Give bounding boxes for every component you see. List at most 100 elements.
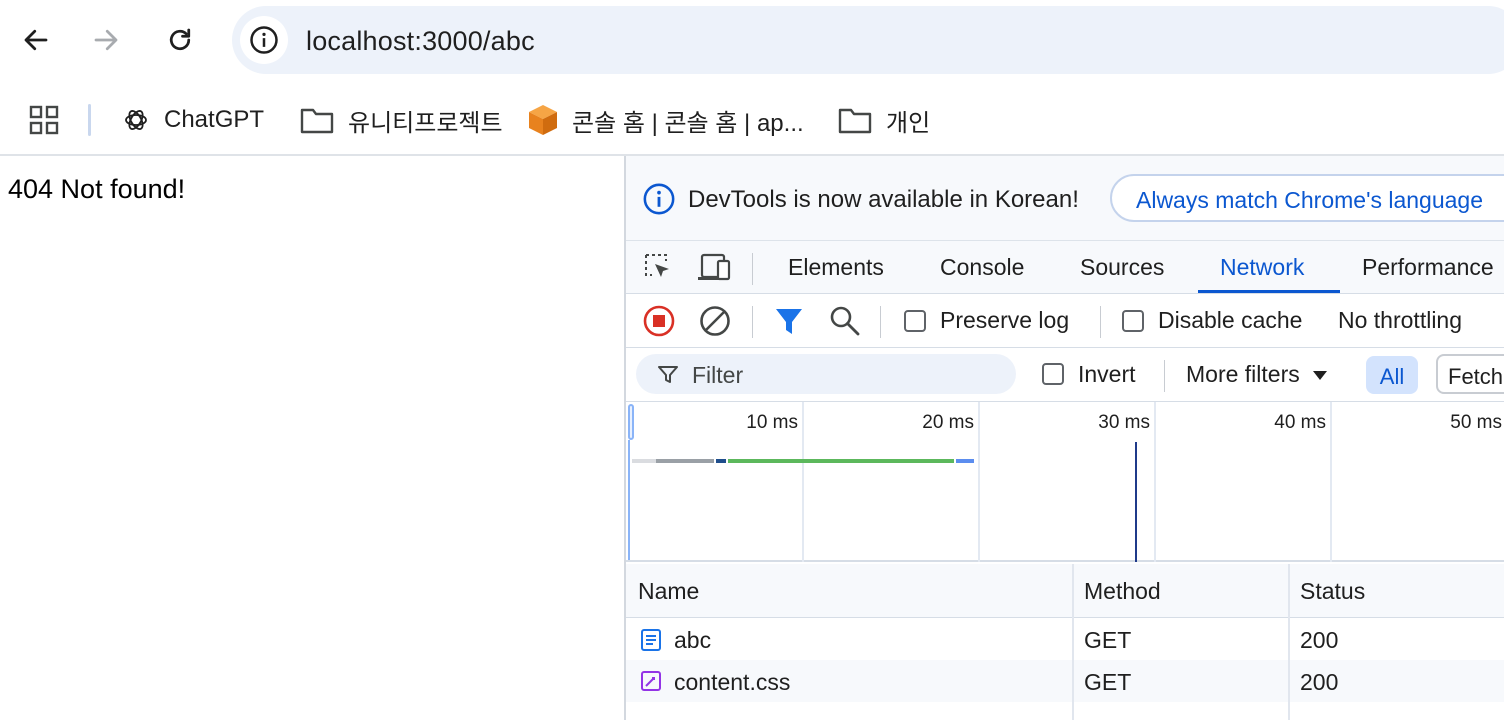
timeline-left-handle[interactable]: [628, 404, 634, 440]
tab-network[interactable]: Network: [1220, 241, 1304, 293]
column-header-method[interactable]: Method: [1084, 578, 1161, 605]
timeline-load-marker: [1135, 442, 1137, 562]
preserve-log-label: Preserve log: [940, 307, 1070, 333]
disable-cache-checkbox[interactable]: [1122, 310, 1144, 332]
request-name: abc: [674, 627, 712, 653]
search-button[interactable]: [828, 304, 862, 338]
forward-button[interactable]: [86, 20, 126, 60]
timeline-grid-line: [978, 402, 980, 562]
bookmark-aws-console[interactable]: 콘솔 홈 | 콘솔 홈 | ap...: [528, 102, 804, 138]
timeline-tick-label: 40 ms: [1274, 412, 1326, 433]
more-filters-dropdown[interactable]: More filters: [1186, 361, 1328, 388]
request-status: 200: [1300, 669, 1339, 695]
bookmark-chatgpt[interactable]: ChatGPT: [122, 102, 264, 138]
toolbar-divider: [880, 306, 881, 338]
apps-grid-icon: [29, 105, 59, 135]
network-filter-bar: Filter Invert More filters All Fetch: [626, 348, 1504, 402]
waterfall-stalled-bar: [656, 459, 714, 463]
tab-divider: [752, 253, 753, 285]
address-bar[interactable]: localhost:3000/abc: [232, 6, 1504, 74]
clear-icon: [700, 306, 730, 336]
timeline-tick-label: 50 ms: [1450, 412, 1502, 433]
browser-toolbar: localhost:3000/abc: [0, 0, 1504, 80]
record-stop-icon: [643, 305, 675, 337]
folder-icon: [838, 108, 872, 134]
page-viewport: 404 Not found!: [0, 156, 624, 720]
filter-fetch-button[interactable]: Fetch: [1436, 354, 1504, 394]
bookmark-unity-project[interactable]: 유니티프로젝트: [300, 102, 503, 138]
caret-down-icon: [1312, 370, 1327, 380]
devtools-tabbar: Elements Console Sources Network Perform…: [626, 240, 1504, 294]
disable-cache-label: Disable cache: [1158, 307, 1303, 333]
network-toolbar: Preserve log Disable cache No throttling: [626, 294, 1504, 348]
network-requests-table: Name Method Status abc GET 200 content.c…: [626, 564, 1504, 720]
device-toolbar-button[interactable]: [696, 251, 732, 283]
page-text: 404 Not found!: [8, 174, 186, 204]
column-divider[interactable]: [1288, 564, 1290, 720]
throttling-select[interactable]: No throttling: [1338, 307, 1462, 334]
device-toggle-icon: [698, 253, 731, 281]
search-icon: [830, 306, 860, 336]
toolbar-divider: [752, 306, 753, 338]
tab-performance[interactable]: Performance: [1362, 241, 1494, 293]
column-divider[interactable]: [1072, 564, 1074, 720]
filter-input[interactable]: Filter: [636, 354, 1016, 394]
clear-button[interactable]: [698, 304, 732, 338]
url-text[interactable]: localhost:3000/abc: [306, 26, 535, 57]
invert-checkbox[interactable]: [1042, 363, 1064, 385]
bookmarks-bar: ChatGPT 유니티프로젝트 콘솔 홈 | 콘솔 홈 | ap... 개인: [0, 92, 1504, 148]
aws-cube-icon: [529, 105, 557, 135]
filter-toggle-button[interactable]: [774, 304, 804, 338]
waterfall-css-bar: [956, 459, 974, 463]
tab-console[interactable]: Console: [940, 241, 1024, 293]
timeline-grid-line: [1330, 402, 1332, 562]
stop-recording-button[interactable]: [642, 304, 676, 338]
info-icon: [643, 183, 675, 215]
language-infobar: DevTools is now available in Korean! Alw…: [626, 156, 1504, 240]
request-status: 200: [1300, 627, 1339, 653]
table-row[interactable]: abc GET 200: [626, 618, 1504, 660]
column-header-name[interactable]: Name: [638, 578, 699, 605]
request-method: GET: [1084, 627, 1132, 653]
reload-button[interactable]: [160, 20, 200, 60]
arrow-right-icon: [94, 29, 118, 51]
waterfall-queue-bar: [632, 459, 656, 463]
more-filters-label: More filters: [1186, 361, 1300, 387]
filter-funnel-icon: [776, 309, 802, 334]
request-name: content.css: [674, 669, 791, 695]
filter-placeholder: Filter: [692, 362, 744, 388]
inspect-element-button[interactable]: [642, 251, 674, 283]
network-overview-timeline: 10 ms 20 ms 30 ms 40 ms 50 ms: [626, 402, 1504, 562]
invert-label: Invert: [1078, 361, 1136, 387]
select-element-icon: [645, 254, 669, 277]
info-icon: [250, 26, 278, 54]
match-language-button[interactable]: Always match Chrome's language: [1110, 174, 1504, 222]
bookmarks-divider: [88, 104, 91, 136]
site-info-button[interactable]: [240, 16, 288, 64]
back-button[interactable]: [16, 20, 56, 60]
bookmark-personal[interactable]: 개인: [838, 102, 930, 138]
folder-icon: [300, 108, 334, 134]
table-row[interactable]: content.css GET 200: [626, 660, 1504, 702]
timeline-grid-line: [1154, 402, 1156, 562]
timeline-selection-edge: [628, 440, 630, 560]
reload-icon: [169, 28, 191, 51]
column-header-status[interactable]: Status: [1300, 578, 1365, 605]
tab-sources[interactable]: Sources: [1080, 241, 1164, 293]
timeline-tick-label: 10 ms: [746, 412, 798, 433]
apps-button[interactable]: [28, 104, 60, 136]
preserve-log-checkbox[interactable]: [904, 310, 926, 332]
devtools-panel: DevTools is now available in Korean! Alw…: [624, 156, 1504, 720]
request-method: GET: [1084, 669, 1132, 695]
tab-elements[interactable]: Elements: [788, 241, 884, 293]
timeline-tick-label: 20 ms: [922, 412, 974, 433]
waterfall-download-bar: [728, 459, 954, 463]
infobar-message: DevTools is now available in Korean!: [688, 186, 1079, 213]
filter-all-button[interactable]: All: [1366, 356, 1418, 394]
document-icon: [641, 629, 661, 651]
bookmark-label: 유니티프로젝트: [348, 109, 503, 137]
toolbar-divider: [1100, 306, 1101, 338]
bookmark-label: 개인: [886, 109, 931, 137]
timeline-grid-line: [802, 402, 804, 562]
chatgpt-icon: [125, 110, 147, 130]
